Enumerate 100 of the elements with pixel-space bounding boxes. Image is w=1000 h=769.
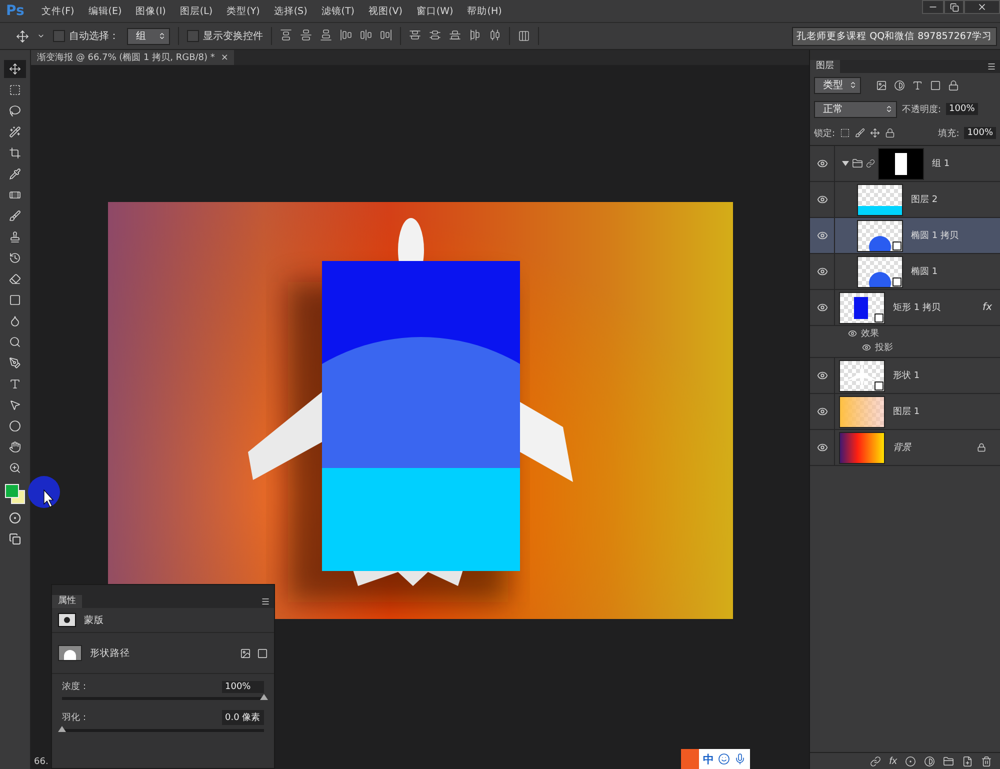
effect-label: 投影 [875, 342, 893, 354]
slider-thumb[interactable] [260, 694, 268, 700]
lock-transparency-icon [840, 128, 850, 138]
path-thumbnail [58, 645, 82, 661]
document-tab[interactable]: 渐变海报 @ 66.7% (椭圆 1 拷贝, RGB/8) * × [31, 50, 234, 65]
opacity-label: 不透明度: [902, 104, 942, 116]
distribute-icon [429, 28, 441, 40]
banner-label: 孔老师更多课程 QQ和微信 897857267学习 [792, 26, 997, 46]
panel-menu-icon[interactable] [987, 62, 996, 71]
filter-select[interactable]: 类型 [814, 76, 861, 94]
align-icon [360, 28, 372, 40]
menu-item[interactable]: 类型(Y) [220, 4, 267, 18]
image-filter-icon [876, 80, 887, 90]
align-icon [280, 28, 292, 40]
marquee-icon [9, 84, 21, 96]
panel-menu-icon[interactable] [261, 597, 270, 606]
menu-item[interactable]: 视图(V) [362, 4, 410, 18]
eye-icon[interactable] [816, 230, 828, 241]
layer-row[interactable]: 形状 1 [810, 358, 1000, 394]
close-icon [977, 2, 987, 12]
auto-select-checkbox[interactable]: 自动选择： [53, 29, 119, 43]
value-field[interactable]: 0.0 像素 [222, 710, 264, 725]
menu-item[interactable]: 图层(L) [172, 4, 220, 18]
menu-item[interactable]: 图像(I) [128, 4, 173, 18]
lock-all-icon [885, 128, 896, 138]
crop-icon [9, 147, 21, 159]
fill-label: 填充: [938, 128, 960, 140]
eye-icon[interactable] [816, 370, 828, 381]
path-select-icon [257, 648, 268, 658]
slider-thumb[interactable] [58, 726, 66, 732]
layer-name: 图层 1 [893, 406, 920, 418]
fill-field[interactable]: 100% [964, 127, 996, 139]
layer-row[interactable]: 图层 2 [810, 182, 1000, 218]
auto-align-icon [518, 30, 530, 42]
restore-icon [950, 2, 958, 12]
blend-mode-select[interactable]: 正常 [814, 100, 897, 118]
layer-thumbnail [839, 396, 885, 428]
adjustment-filter-icon [894, 80, 905, 90]
menu-item[interactable]: 滤镜(T) [314, 4, 362, 18]
smile-icon [718, 753, 730, 765]
layer-thumbnail [857, 256, 903, 288]
menu-item[interactable]: 文件(F) [34, 4, 82, 18]
menu-item[interactable]: 编辑(E) [81, 4, 129, 18]
layer-name: 背景 [893, 442, 911, 454]
smart-filter-icon [948, 80, 959, 90]
panel-tab[interactable]: 属性 [52, 595, 82, 608]
eye-icon[interactable] [816, 194, 828, 205]
path-label: 形状路径 [90, 646, 130, 660]
menu-item[interactable]: 窗口(W) [409, 4, 460, 18]
eye-icon[interactable] [816, 302, 828, 313]
eye-icon[interactable] [816, 266, 828, 277]
layer-name: 图层 2 [911, 194, 938, 206]
document-title: 渐变海报 @ 66.7% (椭圆 1 拷贝, RGB/8) * [37, 52, 215, 64]
shape-filter-icon [930, 80, 941, 90]
eyedropper-icon [9, 168, 21, 180]
spinner-icon [885, 105, 893, 113]
eye-icon[interactable] [848, 328, 857, 338]
value-field[interactable]: 100% [222, 680, 264, 692]
fx-label: fx [982, 302, 992, 313]
move-tool-button[interactable] [4, 60, 26, 78]
layer-style-button[interactable]: fx [889, 756, 897, 766]
tab-close-button[interactable]: × [220, 52, 228, 62]
eye-icon[interactable] [862, 342, 871, 352]
stamp-icon [9, 231, 21, 243]
layer-thumbnail [839, 432, 885, 464]
layer-row[interactable]: 组 1 [810, 146, 1000, 182]
slider-label: 羽化： [62, 712, 89, 724]
panel-tab[interactable]: 图层 [810, 60, 840, 73]
eye-icon[interactable] [816, 442, 828, 453]
show-transform-checkbox[interactable]: 显示变换控件 [187, 29, 263, 43]
align-icon [300, 28, 312, 40]
folder-icon [943, 756, 954, 766]
menu-item[interactable]: 选择(S) [266, 4, 314, 18]
zoom-status: 66. [34, 757, 48, 767]
eye-icon[interactable] [816, 406, 828, 417]
history-brush-icon [9, 252, 21, 264]
ime-mode-label[interactable]: 中 [703, 752, 714, 766]
opacity-field[interactable]: 100% [946, 103, 978, 115]
blur-icon [9, 315, 21, 327]
target-select[interactable]: 组 [127, 28, 170, 44]
align-icon [320, 28, 332, 40]
align-icon [340, 28, 352, 40]
eye-icon[interactable] [816, 158, 828, 169]
layer-row[interactable]: 矩形 1 拷贝 fx [810, 290, 1000, 326]
expand-caret-icon[interactable] [842, 160, 849, 167]
menu-item[interactable]: 帮助(H) [460, 4, 509, 18]
layer-row[interactable]: 椭圆 1 拷贝 [810, 218, 1000, 254]
layer-row[interactable]: 背景 [810, 430, 1000, 466]
mask-icon [58, 613, 76, 627]
restore-button[interactable] [944, 0, 964, 14]
link-icon [866, 159, 875, 168]
close-button[interactable] [964, 0, 1000, 14]
healing-icon [9, 189, 21, 201]
dodge-icon [9, 336, 21, 348]
screen-mode-icon [9, 533, 21, 545]
layer-name: 形状 1 [893, 370, 920, 382]
layer-row[interactable]: 椭圆 1 [810, 254, 1000, 290]
type-icon [9, 378, 21, 390]
layer-row[interactable]: 图层 1 [810, 394, 1000, 430]
path-select-icon [9, 399, 21, 411]
